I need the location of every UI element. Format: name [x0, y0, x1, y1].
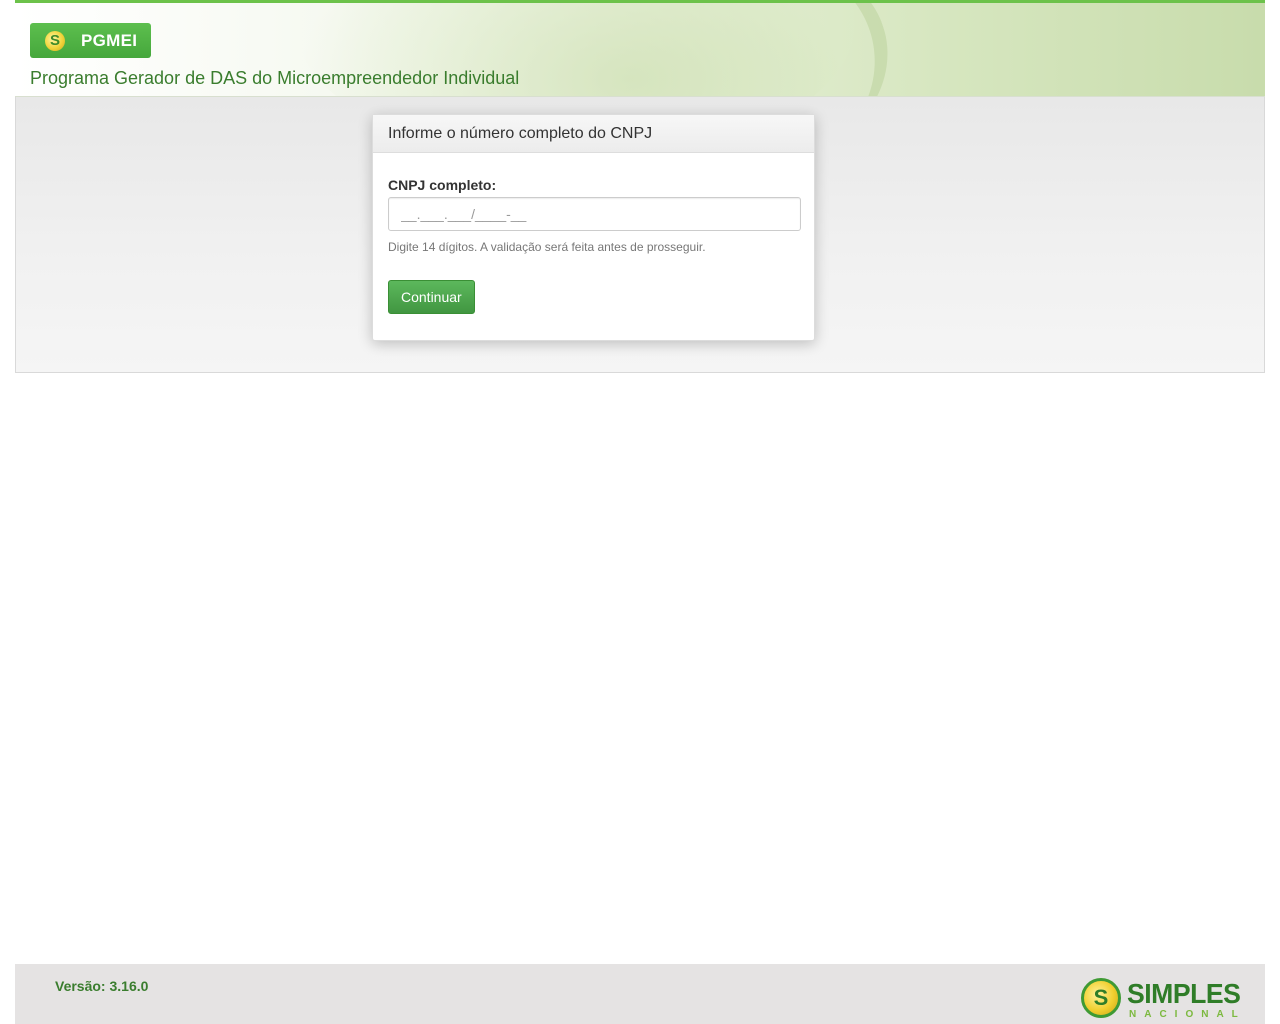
simples-nacional-logo: S SIMPLES NACIONAL: [1081, 976, 1241, 1022]
continue-button[interactable]: Continuar: [388, 280, 475, 314]
cnpj-help-text: Digite 14 dígitos. A validação será feit…: [388, 240, 706, 254]
pgmei-brand-badge: S PGMEI: [30, 23, 151, 58]
brand-label: PGMEI: [81, 30, 138, 50]
pgmei-page: S PGMEI Programa Gerador de DAS do Micro…: [0, 0, 1280, 1024]
simples-logo-icon: S: [1081, 978, 1121, 1018]
s-logo-icon: S: [45, 30, 65, 51]
cnpj-label: CNPJ completo:: [388, 177, 497, 193]
card-title: Informe o número completo do CNPJ: [373, 115, 814, 153]
version-label: Versão: 3.16.0: [55, 978, 149, 994]
page-subtitle: Programa Gerador de DAS do Microempreend…: [30, 68, 520, 88]
card-body: CNPJ completo: Digite 14 dígitos. A vali…: [373, 153, 814, 314]
page-footer: Versão: 3.16.0 S SIMPLES NACIONAL: [15, 964, 1265, 1024]
main-panel: Informe o número completo do CNPJ CNPJ c…: [15, 97, 1265, 373]
cnpj-input[interactable]: [388, 197, 801, 231]
simples-logo-subword: NACIONAL: [1129, 1009, 1246, 1020]
simples-logo-word: SIMPLES: [1127, 978, 1241, 1009]
cnpj-card: Informe o número completo do CNPJ CNPJ c…: [372, 114, 815, 341]
page-header: S PGMEI Programa Gerador de DAS do Micro…: [15, 0, 1265, 97]
